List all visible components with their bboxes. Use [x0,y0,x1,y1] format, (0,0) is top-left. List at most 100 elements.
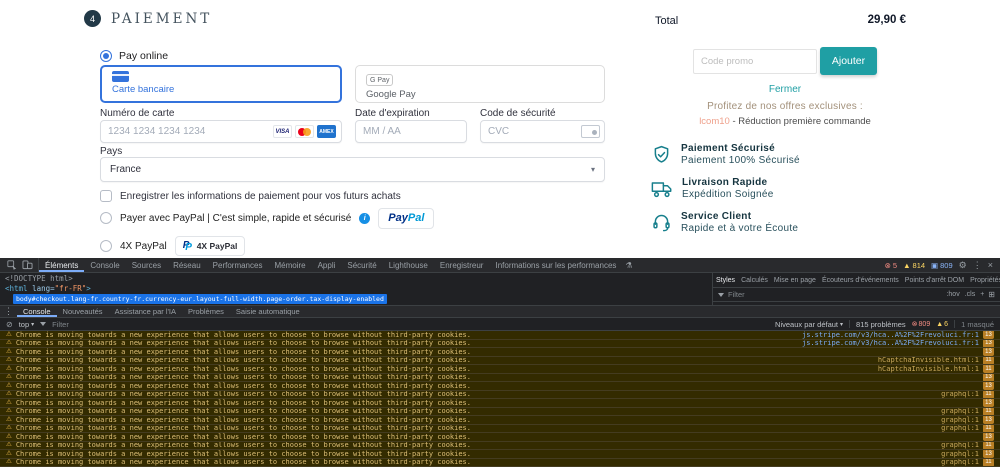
paypal-radio[interactable] [100,212,112,224]
console-source-link[interactable]: hCaptchaInvisible.html:1 [878,357,979,365]
error-count[interactable]: ⊗ 5 [885,261,897,270]
styles-tool-hov[interactable]: :hov [946,291,959,298]
devtools-tab-performances[interactable]: Performances [207,258,269,272]
issues-dropdown[interactable]: 815 problèmes [856,320,906,329]
devtools-tab-sources[interactable]: Sources [126,258,167,272]
console-message-text: Chrome is moving towards a new experienc… [15,331,471,339]
more-options-icon[interactable]: ⋮ [973,260,982,271]
console-warning-row: ⚠ Chrome is moving towards a new experien… [0,365,1000,374]
toolbar-warning-count: ▲ 6 [936,321,948,328]
inspect-element-icon[interactable] [7,260,17,270]
devtools-tab-enregistreur[interactable]: Enregistreur [434,258,490,272]
save-info-checkbox[interactable] [100,190,112,202]
paypal-4x-radio[interactable] [100,240,112,252]
styles-tab-propri-t-s[interactable]: Propriétés [967,277,1000,284]
styles-tab-couteurs-d-v-nements[interactable]: Écouteurs d'événements [819,277,902,284]
console-source-link[interactable]: js.stripe.com/v3/hca..A%2F%2Frevoluci.fr… [802,340,979,348]
devtools-tab-s-curit[interactable]: Sécurité [341,258,382,272]
devtools-tab-m-moire[interactable]: Mémoire [268,258,311,272]
styles-tab-calcul-s[interactable]: Calculés [738,277,771,284]
save-info-option[interactable]: Enregistrer les informations de paiement… [100,190,401,202]
drawer-tab-nouveaut-s[interactable]: Nouveautés [57,306,109,317]
devtools-tab-l-ments[interactable]: Éléments [39,258,84,272]
settings-gear-icon[interactable]: ⚙ [959,260,967,271]
console-source-link[interactable]: graphql:1 [941,442,979,450]
styles-tab-mise-en-page[interactable]: Mise en page [771,277,819,284]
console-source-link[interactable]: js.stripe.com/v3/hca..A%2F%2Frevoluci.fr… [802,331,979,339]
headset-icon [653,214,670,232]
paypal-4x-option[interactable]: 4X PayPal PP 4X PayPal [100,234,246,258]
warning-icon: ⚠ [6,339,12,346]
console-warning-row: ⚠ Chrome is moving towards a new experien… [0,356,1000,365]
feature-subtitle: Rapide et à votre Écoute [681,223,799,234]
dom-html-node[interactable]: <html lang="fr-FR"> [5,284,712,294]
error-icon: ⊗ [884,260,891,270]
promo-apply-button[interactable]: Ajouter [820,47,877,75]
total-label: Total [655,15,679,27]
console-filter-input[interactable] [52,319,173,329]
promo-desc-text: - Réduction première commande [729,116,871,127]
clear-console-icon[interactable]: ⊘ [6,320,13,329]
card-number-label: Numéro de carte [100,108,175,119]
close-promo-link[interactable]: Fermer [693,84,877,95]
console-message-text: Chrome is moving towards a new experienc… [15,339,471,348]
console-source-link[interactable]: graphql:1 [941,408,979,416]
console-source-link[interactable]: hCaptchaInvisible.html:1 [878,365,979,373]
console-warning-row: ⚠ Chrome is moving towards a new experien… [0,424,1000,433]
styles-filter-input[interactable] [728,290,818,299]
issue-count-badge: 11 [983,424,994,433]
country-select[interactable]: France ▾ [100,157,605,182]
selected-dom-node[interactable]: body#checkout.lang-fr.country-fr.currenc… [13,294,387,304]
devtools-tab-lighthouse[interactable]: Lighthouse [383,258,434,272]
console-warning-row: ⚠ Chrome is moving towards a new experien… [0,331,1000,340]
console-source-link[interactable]: graphql:1 [941,450,979,458]
styles-toolbar: :hov .cls + [946,291,984,298]
styles-tool-cls[interactable]: .cls [965,291,976,298]
log-levels-dropdown[interactable]: Niveaux par défaut ▾ [775,320,843,329]
warning-count[interactable]: ▲ 814 [903,261,925,270]
drawer-tab-assistance-par-l-ia[interactable]: Assistance par l'IA [109,306,182,317]
issues-count[interactable]: ▣ 809 [931,261,953,270]
method-card-label: Google Pay [366,89,416,100]
warning-icon: ⚠ [6,390,12,397]
drawer-tab-saisie-automatique[interactable]: Saisie automatique [230,306,306,317]
console-source-link[interactable]: graphql:1 [941,391,979,399]
warning-icon: ⚠ [6,356,12,363]
drawer-menu-icon[interactable]: ⋮ [4,306,13,317]
devtools-tab-console[interactable]: Console [84,258,125,272]
promo-code-input[interactable] [693,49,817,74]
console-source-link[interactable]: graphql:1 [941,425,979,433]
pay-online-radio[interactable] [100,50,112,62]
info-icon[interactable]: i [359,212,371,224]
device-toolbar-icon[interactable] [22,260,33,270]
styles-tab-points-d-arr-t-dom[interactable]: Points d'arrêt DOM [902,277,967,284]
close-devtools-icon[interactable]: × [988,260,993,270]
issue-count-badge: 11 [983,407,994,416]
console-message-text: Chrome is moving towards a new experienc… [15,399,471,407]
warning-icon: ⚠ [6,424,12,431]
expiry-input[interactable] [355,120,467,143]
divider [849,320,851,328]
save-info-label: Enregistrer les informations de paiement… [120,190,401,202]
devtools-tab-informations-sur-les-performances[interactable]: Informations sur les performances [489,258,622,272]
paypal-option[interactable]: Payer avec PayPal | C'est simple, rapide… [100,205,435,231]
styles-tab-styles[interactable]: Styles [713,277,738,284]
warning-icon: ▲ [936,320,944,328]
styles-tool-[interactable]: + [980,291,984,298]
mastercard-icon [295,125,314,138]
console-warning-row: ⚠ Chrome is moving towards a new experien… [0,339,1000,348]
pay-online-label: Pay online [119,50,169,62]
devtools-tab-appli[interactable]: Appli [312,258,342,272]
console-source-link[interactable]: graphql:1 [941,459,979,467]
devtools-tab-r-seau[interactable]: Réseau [167,258,207,272]
pay-online-option[interactable]: Pay online [100,50,168,62]
issue-count-badge: 13 [983,382,994,390]
console-source-link[interactable]: graphql:1 [941,416,979,424]
method-card-carte-bancaire[interactable]: Carte bancaire [100,65,342,103]
drawer-tab-probl-mes[interactable]: Problèmes [182,306,230,317]
console-message-text: Chrome is moving towards a new experienc… [15,458,471,467]
drawer-tab-console[interactable]: Console [17,306,57,317]
context-selector[interactable]: top ▾ [19,320,34,329]
method-card-google-pay[interactable]: G Pay Google Pay [355,65,605,103]
grid-icon[interactable]: ⊞ [988,290,995,299]
